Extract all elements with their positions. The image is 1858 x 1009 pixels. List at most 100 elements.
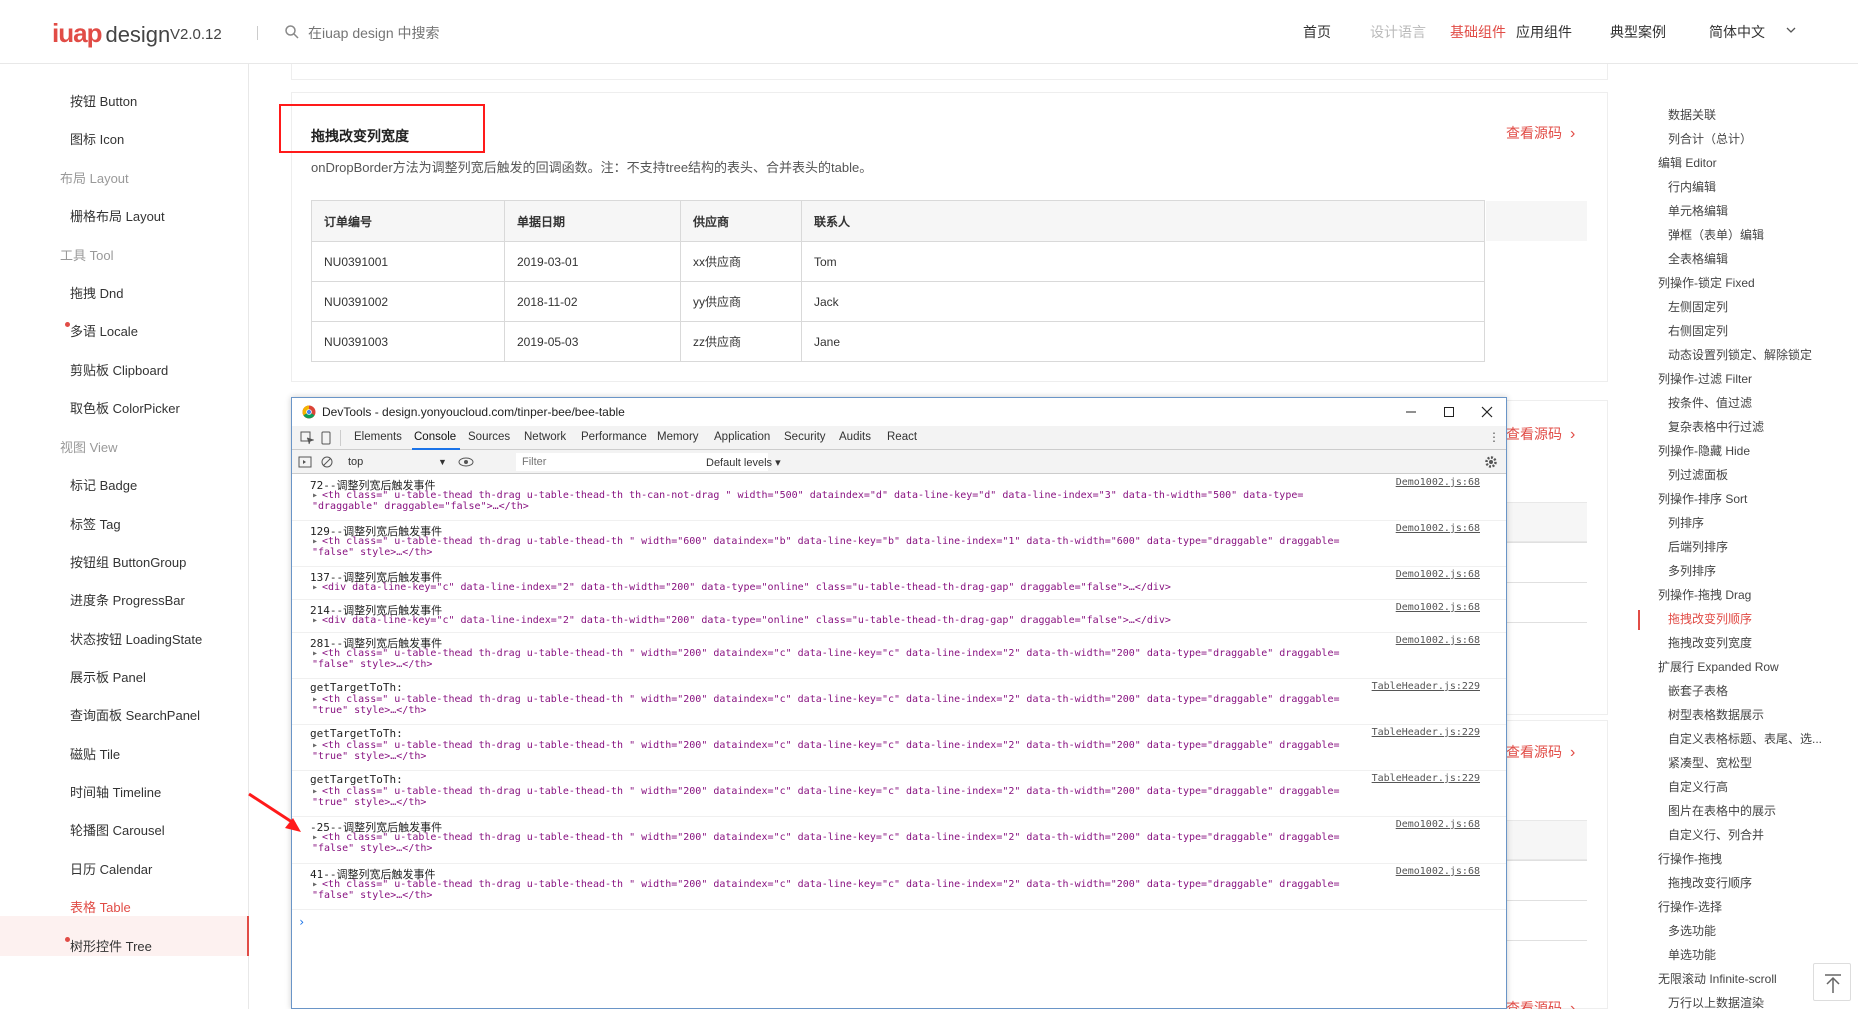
log-element-node[interactable]: ▸ <th class=" u-table-thead th-drag u-tab… <box>312 786 1340 797</box>
anchor-link[interactable]: 单元格编辑 <box>1668 202 1728 219</box>
console-prompt[interactable]: › <box>298 915 305 929</box>
anchor-link[interactable]: 左侧固定列 <box>1668 298 1728 315</box>
view-source-link[interactable]: 查看源码 › <box>1506 424 1575 444</box>
tab-security[interactable]: Security <box>784 431 826 443</box>
view-source-link[interactable]: 查看源码 › <box>1506 742 1575 762</box>
more-options-icon[interactable]: ⋮ <box>1488 430 1500 444</box>
anchor-link[interactable]: 单选功能 <box>1668 946 1716 963</box>
expand-triangle-icon[interactable]: ▸ <box>312 615 318 626</box>
log-source-link[interactable]: Demo1002.js:68 <box>1396 635 1480 646</box>
anchor-link[interactable]: 万行以上数据渲染 <box>1668 994 1764 1009</box>
anchor-link[interactable]: 全表格编辑 <box>1668 250 1728 267</box>
log-element-node[interactable]: ▸ <div data-line-key="c" data-line-index=… <box>312 615 1171 626</box>
anchor-link[interactable]: 无限滚动 Infinite-scroll <box>1658 970 1777 987</box>
sidebar-item[interactable]: 树形控件 Tree <box>70 936 152 955</box>
sidebar-item[interactable]: 按钮 Button <box>70 91 137 110</box>
sidebar-item[interactable]: 图标 Icon <box>70 129 124 148</box>
sidebar-item[interactable]: 标签 Tag <box>70 514 121 533</box>
eye-icon[interactable] <box>458 455 474 469</box>
expand-triangle-icon[interactable]: ▸ <box>312 582 318 593</box>
log-source-link[interactable]: Demo1002.js:68 <box>1396 819 1480 830</box>
nav-design-language[interactable]: 设计语言 <box>1370 22 1426 42</box>
context-selector[interactable]: top <box>348 456 363 468</box>
anchor-link[interactable]: 行操作-选择 <box>1658 898 1722 915</box>
column-header[interactable]: 联系人 <box>801 200 1485 242</box>
sidebar-item[interactable]: 栅格布局 Layout <box>70 206 165 225</box>
log-source-link[interactable]: Demo1002.js:68 <box>1396 523 1480 534</box>
anchor-link[interactable]: 按条件、值过滤 <box>1668 394 1752 411</box>
tab-application[interactable]: Application <box>714 431 770 443</box>
anchor-link[interactable]: 右侧固定列 <box>1668 322 1728 339</box>
nav-typical-cases[interactable]: 典型案例 <box>1610 22 1666 42</box>
anchor-link[interactable]: 自定义行、列合并 <box>1668 826 1764 843</box>
anchor-link[interactable]: 拖拽改变列宽度 <box>1668 634 1752 651</box>
column-header[interactable]: 订单编号 <box>311 200 505 242</box>
inspect-element-icon[interactable] <box>300 431 314 445</box>
device-toolbar-icon[interactable] <box>319 431 333 445</box>
expand-triangle-icon[interactable]: ▸ <box>312 879 318 890</box>
column-header[interactable]: 供应商 <box>680 200 802 242</box>
minimize-icon[interactable] <box>1396 402 1426 422</box>
view-source-link[interactable]: 查看源码 › <box>1506 998 1575 1009</box>
log-element-node[interactable]: ▸ <th class=" u-table-thead th-drag u-tab… <box>312 536 1340 547</box>
column-header[interactable]: 单据日期 <box>504 200 681 242</box>
tab-console[interactable]: Console <box>414 431 456 443</box>
anchor-link[interactable]: 自定义行高 <box>1668 778 1728 795</box>
expand-triangle-icon[interactable]: ▸ <box>312 694 318 705</box>
log-element-node[interactable]: ▸ <th class=" u-table-thead th-drag u-tab… <box>312 648 1340 659</box>
anchor-link[interactable]: 树型表格数据展示 <box>1668 706 1764 723</box>
sidebar-item[interactable]: 按钮组 ButtonGroup <box>70 552 186 571</box>
tab-performance[interactable]: Performance <box>581 431 647 443</box>
chevron-down-icon[interactable] <box>1785 24 1797 36</box>
sidebar-item[interactable]: 剪贴板 Clipboard <box>70 360 168 379</box>
anchor-link[interactable]: 后端列排序 <box>1668 538 1728 555</box>
gear-icon[interactable] <box>1484 455 1498 469</box>
anchor-link[interactable]: 图片在表格中的展示 <box>1668 802 1776 819</box>
anchor-link[interactable]: 列操作-排序 Sort <box>1658 490 1747 507</box>
anchor-link[interactable]: 拖拽改变列顺序 <box>1668 610 1752 627</box>
anchor-link[interactable]: 列操作-过滤 Filter <box>1658 370 1752 387</box>
expand-triangle-icon[interactable]: ▸ <box>312 536 318 547</box>
sidebar-toggle-icon[interactable] <box>298 455 312 469</box>
sidebar-item[interactable]: 轮播图 Carousel <box>70 820 165 839</box>
tab-network[interactable]: Network <box>524 431 566 443</box>
anchor-link[interactable]: 嵌套子表格 <box>1668 682 1728 699</box>
expand-triangle-icon[interactable]: ▸ <box>312 786 318 797</box>
sidebar-item[interactable]: 磁贴 Tile <box>70 744 120 763</box>
sidebar-item[interactable]: 多语 Locale <box>70 321 138 340</box>
expand-triangle-icon[interactable]: ▸ <box>312 740 318 751</box>
log-element-node[interactable]: ▸ <th class=" u-table-thead th-drag u-tab… <box>312 490 1303 501</box>
log-element-node[interactable]: ▸ <th class=" u-table-thead th-drag u-tab… <box>312 879 1340 890</box>
sidebar-item[interactable]: 取色板 ColorPicker <box>70 398 180 417</box>
expand-triangle-icon[interactable]: ▸ <box>312 832 318 843</box>
expand-triangle-icon[interactable]: ▸ <box>312 648 318 659</box>
nav-language[interactable]: 简体中文 <box>1709 22 1765 42</box>
maximize-icon[interactable] <box>1434 402 1464 422</box>
tab-sources[interactable]: Sources <box>468 431 510 443</box>
anchor-link[interactable]: 多选功能 <box>1668 922 1716 939</box>
context-dropdown-icon[interactable]: ▼ <box>438 457 447 467</box>
log-source-link[interactable]: TableHeader.js:229 <box>1372 727 1480 738</box>
sidebar-item[interactable]: 标记 Badge <box>70 475 137 494</box>
logo[interactable]: iuap design <box>52 18 170 48</box>
anchor-link[interactable]: 扩展行 Expanded Row <box>1658 658 1779 675</box>
log-element-node[interactable]: ▸ <div data-line-key="c" data-line-index=… <box>312 582 1171 593</box>
anchor-link[interactable]: 列排序 <box>1668 514 1704 531</box>
log-element-node[interactable]: ▸ <th class=" u-table-thead th-drag u-tab… <box>312 740 1340 751</box>
anchor-link[interactable]: 行内编辑 <box>1668 178 1716 195</box>
anchor-link[interactable]: 紧凑型、宽松型 <box>1668 754 1752 771</box>
log-element-node[interactable]: ▸ <th class=" u-table-thead th-drag u-tab… <box>312 694 1340 705</box>
anchor-link[interactable]: 列合计（总计） <box>1668 130 1752 147</box>
log-source-link[interactable]: Demo1002.js:68 <box>1396 569 1480 580</box>
anchor-link[interactable]: 列过滤面板 <box>1668 466 1728 483</box>
anchor-link[interactable]: 列操作-拖拽 Drag <box>1658 586 1751 603</box>
sidebar-item[interactable]: 拖拽 Dnd <box>70 283 123 302</box>
tab-react[interactable]: React <box>887 431 917 443</box>
sidebar-item[interactable]: 表格 Table <box>70 897 131 916</box>
sidebar-item[interactable]: 展示板 Panel <box>70 667 146 686</box>
anchor-link[interactable]: 列操作-隐藏 Hide <box>1658 442 1750 459</box>
tab-audits[interactable]: Audits <box>839 431 871 443</box>
close-icon[interactable] <box>1472 402 1502 422</box>
search-input[interactable] <box>308 22 528 44</box>
log-source-link[interactable]: Demo1002.js:68 <box>1396 602 1480 613</box>
